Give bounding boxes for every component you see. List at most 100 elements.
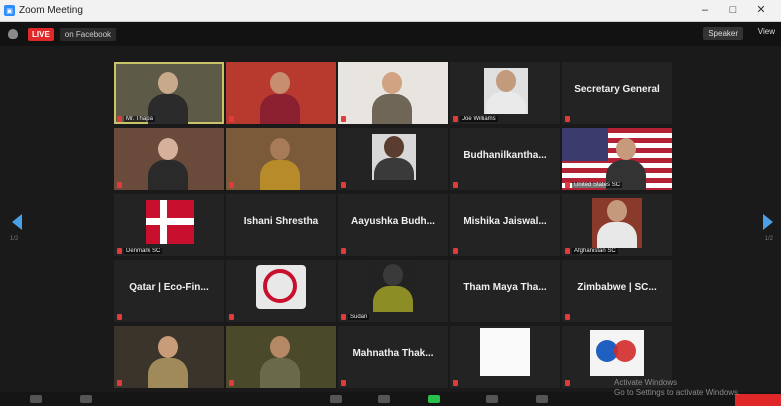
video-tile[interactable] [226,128,336,190]
view-button[interactable]: View [758,27,775,36]
video-tile[interactable]: Ishani Shrestha [226,194,336,256]
video-tile[interactable] [226,260,336,322]
participant-video [260,70,300,124]
muted-mic-icon [453,182,458,188]
participant-name: Sudan [348,314,370,320]
participant-name: Tham Maya Tha... [463,282,547,293]
video-tile[interactable]: Mr. Thapa [114,62,224,124]
video-tile[interactable]: Mishika Jaiswal... [450,194,560,256]
muted-mic-icon [565,182,570,188]
video-tile[interactable] [226,326,336,388]
participant-video [368,262,418,312]
muted-mic-icon [453,248,458,254]
video-tile[interactable] [338,128,448,190]
maximize-button[interactable]: □ [719,0,747,21]
participant-video [260,136,300,190]
muted-mic-icon [341,248,346,254]
participant-video [148,136,188,190]
muted-mic-icon [453,380,458,386]
window-controls: – □ ✕ [691,0,775,21]
muted-mic-icon [565,380,570,386]
window-title: Zoom Meeting [19,5,83,16]
meeting-topbar: LIVE on Facebook Speaker View [0,22,781,46]
participant-name: Aayushka Budh... [351,216,435,227]
window-titlebar: ▣ Zoom Meeting – □ ✕ [0,0,781,22]
video-tile[interactable] [114,128,224,190]
record-icon[interactable] [486,395,498,403]
video-tile[interactable] [226,62,336,124]
participant-name: Mr. Thapa [124,116,155,122]
participant-video [484,68,528,114]
muted-mic-icon [117,248,122,254]
end-meeting-button[interactable] [735,394,781,406]
participant-video [372,70,412,124]
muted-mic-icon [117,116,122,122]
muted-mic-icon [341,380,346,386]
club-logo [590,330,644,376]
participant-name: Budhanilkantha... [463,150,547,161]
muted-mic-icon [341,116,346,122]
security-shield-icon[interactable] [8,29,18,39]
minimize-button[interactable]: – [691,0,719,21]
video-camera-icon[interactable] [80,395,92,403]
video-tile[interactable] [338,62,448,124]
participant-name: Qatar | Eco-Fin... [129,282,209,293]
video-tile[interactable]: Aayushka Budh... [338,194,448,256]
participant-name: Zimbabwe | SC... [577,282,657,293]
video-tile[interactable]: Zimbabwe | SC... [562,260,672,322]
video-tile[interactable]: Joe Williams [450,62,560,124]
speaker-view-button[interactable]: Speaker [703,27,743,40]
muted-mic-icon [341,182,346,188]
live-badge[interactable]: LIVE [28,27,54,41]
windows-activation-watermark: Activate Windows Go to Settings to activ… [614,378,741,397]
close-button[interactable]: ✕ [747,0,775,21]
muted-mic-icon [341,314,346,320]
video-tile[interactable] [114,326,224,388]
microphone-icon[interactable] [30,395,42,403]
video-tile[interactable]: United States SC [562,128,672,190]
participant-video [372,134,416,180]
participant-name: Ishani Shrestha [243,216,319,227]
participant-name: Afghanistan SC [572,248,618,254]
participant-name: United States SC [572,182,623,188]
participant-video [260,334,300,388]
video-tile[interactable]: Budhanilkantha... [450,128,560,190]
participant-name: Mishika Jaiswal... [463,216,547,227]
muted-mic-icon [565,116,570,122]
video-tile[interactable]: Denmark SC [114,194,224,256]
live-stream-target[interactable]: on Facebook [59,27,117,41]
reactions-icon[interactable] [536,395,548,403]
school-logo [256,265,306,309]
page-indicator-left: 1/2 [10,236,19,242]
video-tile[interactable]: Tham Maya Tha... [450,260,560,322]
muted-mic-icon [117,182,122,188]
muted-mic-icon [565,248,570,254]
next-page-arrow-icon[interactable] [763,214,773,230]
muted-mic-icon [229,182,234,188]
zoom-app-icon: ▣ [4,5,15,16]
participant-video [148,334,188,388]
chat-icon[interactable] [378,395,390,403]
participant-name: Joe Williams [460,116,498,122]
participant-video [592,198,642,248]
participant-name: Denmark SC [124,248,163,254]
muted-mic-icon [565,314,570,320]
previous-page-arrow-icon[interactable] [12,214,22,230]
video-tile[interactable]: Secretary General [562,62,672,124]
participant-name: Secretary General [574,84,660,95]
video-tile[interactable]: Mahnatha Thak... [338,326,448,388]
muted-mic-icon [453,116,458,122]
muted-mic-icon [117,380,122,386]
participants-icon[interactable] [330,395,342,403]
participant-name: Mahnatha Thak... [352,348,434,359]
video-tile[interactable]: Qatar | Eco-Fin... [114,260,224,322]
muted-mic-icon [117,314,122,320]
muted-mic-icon [229,314,234,320]
video-gallery: Mr. Thapa Joe Williams Secretary General [114,62,674,388]
share-screen-icon[interactable] [428,395,440,403]
video-tile[interactable]: Sudan [338,260,448,322]
page-indicator-right: 1/2 [764,236,773,242]
video-tile[interactable]: Afghanistan SC [562,194,672,256]
muted-mic-icon [229,380,234,386]
video-tile[interactable] [450,326,560,388]
